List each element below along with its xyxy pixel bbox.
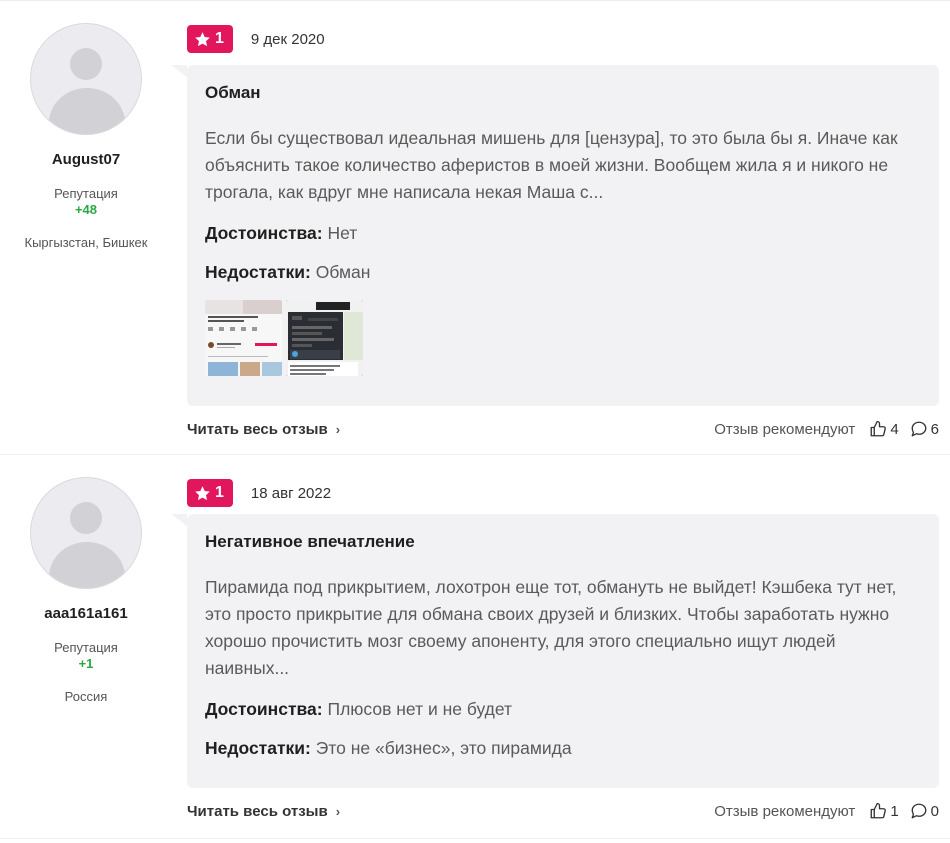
thumbs-up-icon <box>870 420 887 437</box>
reputation-value: +48 <box>74 202 98 217</box>
chevron-right-icon: › <box>335 421 341 437</box>
star-icon <box>195 485 210 500</box>
chevron-right-icon: › <box>335 803 341 819</box>
review-text: Пирамида под прикрытием, лохотрон еще то… <box>205 577 897 678</box>
read-full-review-link[interactable]: Читать весь отзыв › <box>187 421 340 438</box>
review-meta: 1 18 авг 2022 <box>187 479 331 507</box>
review-date: 9 дек 2020 <box>250 30 325 48</box>
review-author: August07 Репутация +48 Кыргызстан, Бишке… <box>0 23 172 251</box>
review-item: August07 Репутация +48 Кыргызстан, Бишке… <box>0 0 950 455</box>
pros-value: Нет <box>327 223 358 243</box>
review-footer: Читать весь отзыв › Отзыв рекомендуют 4 … <box>187 417 939 441</box>
reputation-label: Репутация <box>54 186 118 201</box>
comments-button[interactable]: 0 <box>910 802 939 820</box>
pros-label: Достоинства: <box>205 699 323 719</box>
rating-value: 1 <box>215 30 224 47</box>
pros-label: Достоинства: <box>205 223 323 243</box>
photo-thumbnail[interactable] <box>205 300 282 376</box>
review-footer: Читать весь отзыв › Отзыв рекомендуют 1 … <box>187 799 939 823</box>
cons-value: Это не «бизнес», это пирамида <box>315 738 572 758</box>
review-text: Если бы существовал идеальная мишень для… <box>205 128 898 202</box>
review-date: 18 авг 2022 <box>250 484 332 502</box>
review-pros: Достоинства: Плюсов нет и не будет <box>205 699 921 720</box>
rating-badge: 1 <box>187 479 233 507</box>
rating-badge: 1 <box>187 25 233 53</box>
review-photos <box>205 300 921 376</box>
comments-button[interactable]: 6 <box>910 420 939 438</box>
read-more-label: Читать весь отзыв <box>187 420 328 438</box>
like-count: 4 <box>890 420 899 438</box>
cons-label: Недостатки: <box>205 738 311 758</box>
pros-value: Плюсов нет и не будет <box>327 699 513 719</box>
review-stats: Отзыв рекомендуют 1 0 <box>714 802 939 820</box>
review-meta: 1 9 дек 2020 <box>187 25 325 53</box>
review-cons: Недостатки: Это не «бизнес», это пирамид… <box>205 738 921 759</box>
cons-value: Обман <box>315 262 371 282</box>
author-location: Россия <box>64 689 108 704</box>
comment-count: 0 <box>930 802 939 820</box>
recommend-label: Отзыв рекомендуют <box>714 420 856 438</box>
comment-icon <box>911 803 927 819</box>
review-title[interactable]: Негативное впечатление <box>205 532 921 552</box>
review-cons: Недостатки: Обман <box>205 262 921 283</box>
review-title[interactable]: Обман <box>205 83 921 103</box>
review-stats: Отзыв рекомендуют 4 6 <box>714 420 939 438</box>
reputation-value: +1 <box>78 656 94 671</box>
comment-icon <box>911 421 927 437</box>
recommend-label: Отзыв рекомендуют <box>714 802 856 820</box>
review-pros: Достоинства: Нет <box>205 223 921 244</box>
author-location: Кыргызстан, Бишкек <box>24 235 148 250</box>
avatar[interactable] <box>30 23 142 135</box>
author-name[interactable]: aaa161a161 <box>0 605 172 622</box>
read-full-review-link[interactable]: Читать весь отзыв › <box>187 803 340 820</box>
like-count: 1 <box>890 802 899 820</box>
read-more-label: Читать весь отзыв <box>187 802 328 820</box>
cons-label: Недостатки: <box>205 262 311 282</box>
review-card: Негативное впечатление Пирамида под прик… <box>171 514 939 788</box>
author-name[interactable]: August07 <box>0 151 172 168</box>
photo-thumbnail[interactable] <box>286 300 363 376</box>
star-icon <box>195 31 210 46</box>
like-button[interactable]: 4 <box>869 420 899 438</box>
avatar[interactable] <box>30 477 142 589</box>
rating-value: 1 <box>215 484 224 501</box>
comment-count: 6 <box>930 420 939 438</box>
like-button[interactable]: 1 <box>869 802 899 820</box>
review-author: aaa161a161 Репутация +1 Россия <box>0 477 172 705</box>
review-card: Обман Если бы существовал идеальная мише… <box>171 65 939 406</box>
thumbs-up-icon <box>870 802 887 819</box>
reputation-label: Репутация <box>54 640 118 655</box>
